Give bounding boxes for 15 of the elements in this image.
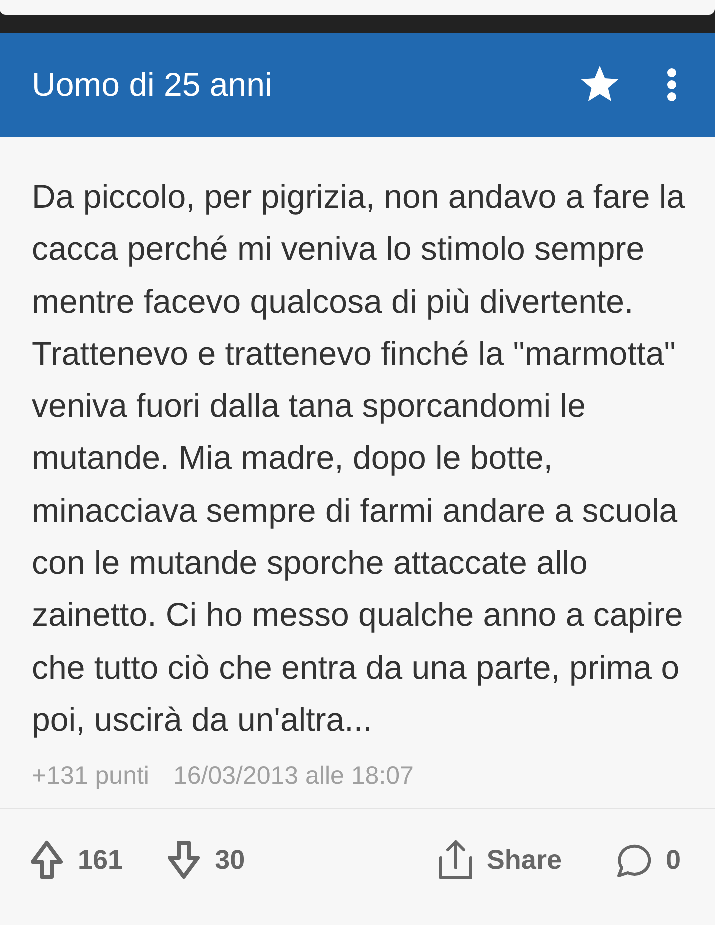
share-icon [438,840,473,880]
arrow-down-icon [167,840,202,880]
upvote-button[interactable]: 161 [30,840,124,880]
post-body-text: Da piccolo, per pigrizia, non andavo a fare la cacca perché mi veniva lo stimolo sempre mentre facevo qualcosa di più divertente. Trattenevo e trattenevo finché la "marmotta" veniva fuori dalla tana sporcandomi le mutande. Mia madre, dopo le botte, minacciava sempre di farmi andare a scuola con le mutande sporche attaccate allo zainetto. Ci ho messo qualche anno a capire che tutto ciò che entra da una parte, prima o poi, uscirà da un'altra... [32,177,686,740]
arrow-up-icon [30,840,64,880]
speech-bubble-icon [616,842,652,878]
post-title: Uomo di 25 anni [32,68,272,102]
more-options-button[interactable] [665,66,679,104]
star-icon [580,66,620,104]
post-date: 16/03/2013 alle 18:07 [173,760,414,792]
more-options-icon [667,68,677,102]
comments-button[interactable]: 0 [616,840,681,880]
points-count: +131 punti [32,760,150,792]
downvote-button[interactable]: 30 [167,840,246,880]
share-button[interactable]: Share [438,840,562,880]
